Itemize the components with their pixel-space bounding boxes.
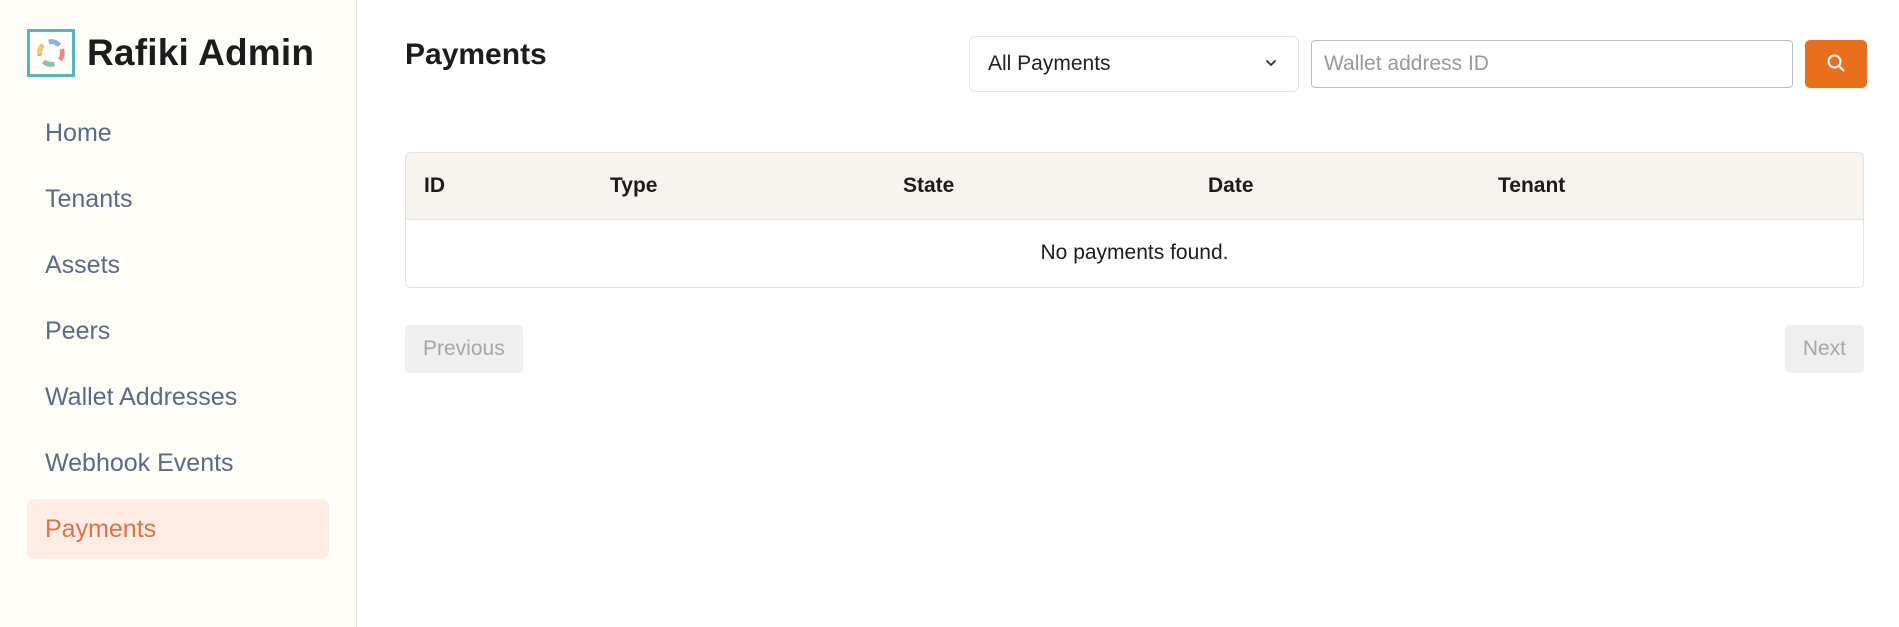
sidebar: Rafiki Admin Home Tenants Assets Peers W… — [0, 0, 357, 627]
sidebar-item-webhook-events[interactable]: Webhook Events — [27, 433, 329, 493]
rafiki-logo-icon — [27, 29, 75, 77]
page-title: Payments — [405, 38, 547, 71]
payment-type-select-value: All Payments — [988, 52, 1111, 75]
sidebar-item-peers[interactable]: Peers — [27, 301, 329, 361]
search-icon — [1825, 52, 1847, 77]
column-header-id: ID — [406, 153, 610, 220]
app-title: Rafiki Admin — [87, 32, 315, 73]
wallet-address-search-input[interactable] — [1311, 40, 1793, 88]
brand[interactable]: Rafiki Admin — [27, 28, 329, 78]
main-content: Payments All Payments Wallet address ID … — [357, 0, 1899, 627]
next-page-button[interactable]: Next — [1784, 325, 1864, 373]
sidebar-item-tenants[interactable]: Tenants — [27, 169, 329, 229]
table-row: No payments found. — [406, 219, 1863, 287]
table-header-row: ID Type State Date Tenant — [406, 153, 1863, 220]
page-header: Payments All Payments — [405, 36, 1867, 116]
empty-state-message: No payments found. — [406, 219, 1863, 287]
sidebar-item-wallet-addresses[interactable]: Wallet Addresses — [27, 367, 329, 427]
column-header-type: Type — [610, 153, 903, 220]
column-header-date: Date — [1208, 153, 1498, 220]
column-header-state: State — [903, 153, 1208, 220]
payments-table: ID Type State Date Tenant No payments fo… — [405, 152, 1864, 288]
payment-type-select[interactable]: All Payments — [969, 36, 1299, 92]
sidebar-item-assets[interactable]: Assets — [27, 235, 329, 295]
app-root: Rafiki Admin Home Tenants Assets Peers W… — [0, 0, 1899, 627]
filter-controls: All Payments — [969, 36, 1867, 92]
column-header-tenant: Tenant — [1498, 153, 1863, 220]
search-button[interactable] — [1805, 40, 1867, 88]
sidebar-nav: Home Tenants Assets Peers Wallet Address… — [27, 103, 329, 559]
chevron-down-icon — [1264, 52, 1278, 76]
sidebar-item-home[interactable]: Home — [27, 103, 329, 163]
sidebar-item-payments[interactable]: Payments — [27, 499, 329, 559]
previous-page-button[interactable]: Previous — [405, 325, 523, 373]
pagination: Previous Next — [405, 325, 1864, 373]
